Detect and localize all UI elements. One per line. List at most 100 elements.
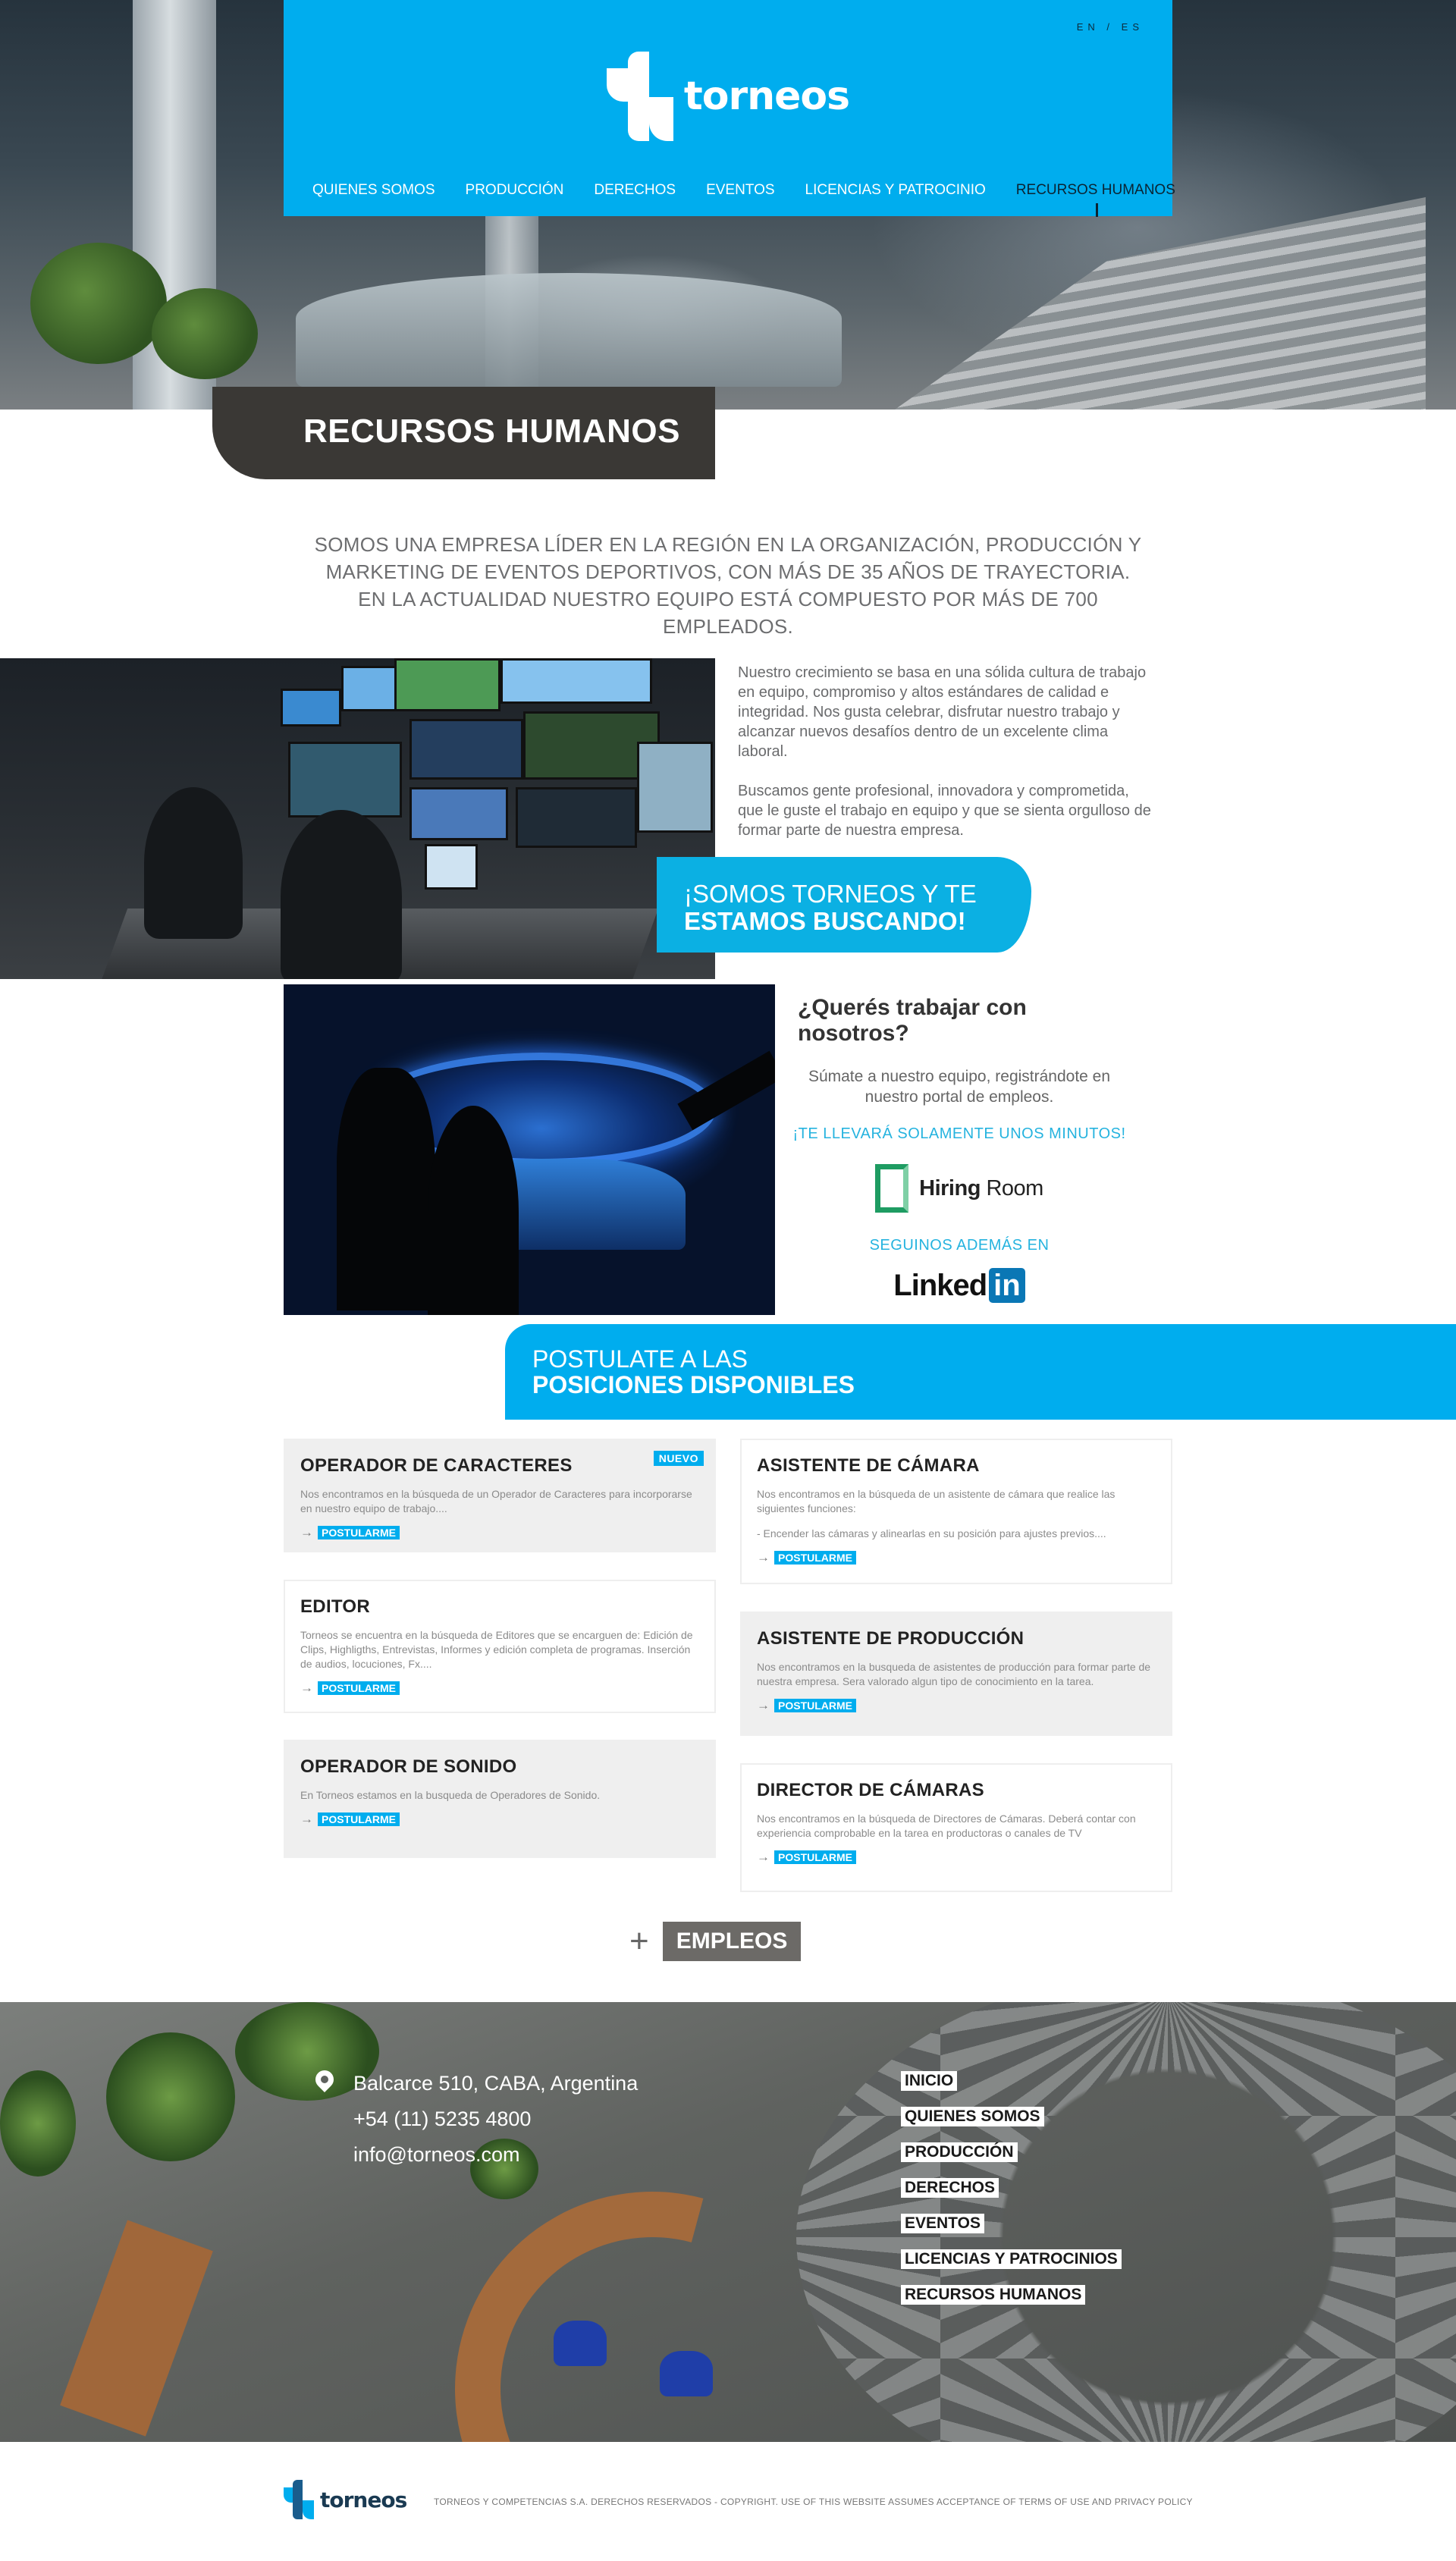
portal-subtext: Súmate a nuestro equipo, registrándote e… — [808, 1068, 1111, 1106]
footer-nav-quienes-somos[interactable]: QUIENES SOMOS — [901, 2107, 1044, 2126]
job-card[interactable]: ASISTENTE DE CÁMARA Nos encontramos en l… — [740, 1439, 1172, 1584]
job-card[interactable]: NUEVO OPERADOR DE CARACTERES Nos encontr… — [284, 1439, 716, 1552]
page-title-tab: RECURSOS HUMANOS — [212, 387, 715, 479]
apply-button[interactable]: POSTULARME — [774, 1850, 856, 1864]
contact-info: Balcarce 510, CABA, Argentina +54 (11) 5… — [312, 2066, 639, 2173]
arrow-right-icon: → — [757, 1698, 770, 1712]
nav-quienes-somos[interactable]: QUIENES SOMOS — [312, 182, 435, 199]
footer-chair — [660, 2351, 713, 2396]
apply-button[interactable]: POSTULARME — [318, 1526, 400, 1539]
job-card[interactable]: OPERADOR DE SONIDO En Torneos estamos en… — [284, 1740, 716, 1858]
nav-produccion[interactable]: PRODUCCIÓN — [466, 182, 564, 199]
logo-text: torneos — [683, 74, 850, 119]
nav-derechos[interactable]: DERECHOS — [594, 182, 676, 199]
job-description: Nos encontramos en la busqueda de asiste… — [757, 1661, 1151, 1687]
hiring-room-logo-text: Hiring Room — [919, 1175, 1043, 1200]
job-portal-section: ¿Querés trabajar con nosotros? Súmate a … — [789, 984, 1130, 1303]
banner-line-2: ESTAMOS BUSCANDO! — [684, 907, 966, 935]
culture-text: Nuestro crecimiento se basa en una sólid… — [738, 663, 1151, 840]
hero-plant — [152, 288, 258, 379]
footer-nav-recursos-humanos[interactable]: RECURSOS HUMANOS — [901, 2285, 1086, 2305]
tv-studio-image — [284, 984, 775, 1315]
more-jobs-button[interactable]: EMPLEOS — [662, 1922, 802, 1961]
language-switcher[interactable]: EN / ES — [1077, 21, 1144, 33]
job-title: EDITOR — [300, 1596, 371, 1617]
job-title: ASISTENTE DE PRODUCCIÓN — [757, 1628, 1025, 1649]
arrow-right-icon: → — [300, 1812, 313, 1826]
torneos-logo-icon — [606, 52, 673, 141]
main-nav: QUIENES SOMOS PRODUCCIÓN DERECHOS EVENTO… — [312, 182, 1175, 217]
portal-heading: ¿Querés trabajar con nosotros? — [798, 995, 1027, 1046]
positions-line-1: POSTULATE A LAS — [532, 1345, 748, 1373]
site-logo[interactable]: torneos — [284, 52, 1172, 141]
footer-chair — [554, 2321, 607, 2366]
culture-paragraph: Buscamos gente profesional, innovadora y… — [738, 783, 1151, 839]
footer-spiral-staircase — [796, 2002, 1456, 2442]
intro-text: SOMOS UNA EMPRESA LÍDER EN LA REGIÓN EN … — [314, 533, 1142, 638]
camera-operator-figure — [337, 1068, 435, 1310]
hero-reception-desk — [296, 273, 842, 387]
footer-nav-eventos[interactable]: EVENTOS — [901, 2214, 984, 2233]
copyright-text: TORNEOS Y COMPETENCIAS S.A. DERECHOS RES… — [434, 2497, 1193, 2507]
job-title: OPERADOR DE SONIDO — [300, 1756, 517, 1777]
linkedin-icon: in — [989, 1268, 1025, 1303]
footer-wooden-bench — [60, 2220, 213, 2437]
nav-recursos-humanos[interactable]: RECURSOS HUMANOS — [1016, 182, 1175, 217]
more-jobs[interactable]: + EMPLEOS — [629, 1922, 802, 1961]
brand-header: EN / ES torneos QUIENES SOMOS PRODUCCIÓN… — [284, 0, 1175, 217]
footer-nav-derechos[interactable]: DERECHOS — [901, 2178, 999, 2198]
job-title: OPERADOR DE CARACTERES — [300, 1455, 573, 1476]
footer-nav-inicio[interactable]: INICIO — [901, 2071, 958, 2091]
linkedin-link[interactable]: Linked in — [789, 1268, 1130, 1303]
operator-figure — [144, 787, 243, 939]
footer-nav-produccion[interactable]: PRODUCCIÓN — [901, 2142, 1018, 2162]
hero-staircase — [895, 197, 1426, 410]
bottom-bar: torneos TORNEOS Y COMPETENCIAS S.A. DERE… — [0, 2442, 1456, 2561]
job-description: En Torneos estamos en la busqueda de Ope… — [300, 1789, 601, 1801]
linkedin-logo-text: Linked — [893, 1268, 987, 1302]
apply-button[interactable]: POSTULARME — [318, 1681, 400, 1695]
hiring-room-icon — [875, 1164, 909, 1213]
plus-icon: + — [629, 1922, 649, 1960]
footer-logo[interactable]: torneos — [284, 2480, 407, 2519]
torneos-logo-icon — [284, 2480, 314, 2519]
job-description: Nos encontramos en la búsqueda de un asi… — [757, 1488, 1116, 1514]
footer-logo-text: torneos — [320, 2487, 407, 2512]
recruiting-banner: ¡SOMOS TORNEOS Y TE ESTAMOS BUSCANDO! — [657, 857, 1031, 953]
nav-eventos[interactable]: EVENTOS — [706, 182, 774, 199]
job-description: Torneos se encuentra en la búsqueda de E… — [300, 1629, 693, 1670]
job-card[interactable]: DIRECTOR DE CÁMARAS Nos encontramos en l… — [740, 1763, 1172, 1892]
arrow-right-icon: → — [300, 1525, 313, 1539]
hiring-room-link[interactable]: Hiring Room — [789, 1164, 1130, 1213]
positions-line-2: POSICIONES DISPONIBLES — [532, 1371, 855, 1398]
footer-image — [0, 2002, 1456, 2442]
job-title: DIRECTOR DE CÁMARAS — [757, 1780, 984, 1800]
new-badge: NUEVO — [653, 1451, 704, 1466]
contact-address: Balcarce 510, CABA, Argentina — [353, 2072, 639, 2095]
arrow-right-icon: → — [300, 1681, 313, 1695]
page-title: RECURSOS HUMANOS — [303, 413, 680, 450]
job-description: Nos encontramos en la búsqueda de un Ope… — [300, 1488, 692, 1514]
arrow-right-icon: → — [757, 1550, 770, 1565]
contact-email[interactable]: info@torneos.com — [353, 2137, 638, 2173]
control-room-image — [0, 658, 715, 979]
operator-figure — [281, 810, 402, 979]
contact-phone[interactable]: +54 (11) 5235 4800 — [353, 2101, 638, 2137]
arrow-right-icon: → — [757, 1850, 770, 1864]
hero-plant — [30, 243, 167, 364]
job-description: Nos encontramos en la búsqueda de Direct… — [757, 1812, 1136, 1839]
apply-button[interactable]: POSTULARME — [774, 1699, 856, 1712]
banner-line-1: ¡SOMOS TORNEOS Y TE — [684, 880, 977, 908]
job-title: ASISTENTE DE CÁMARA — [757, 1455, 980, 1476]
job-description: - Encender las cámaras y alinearlas en s… — [757, 1527, 1106, 1539]
footer-nav: INICIO QUIENES SOMOS PRODUCCIÓN DERECHOS… — [901, 2071, 1122, 2305]
nav-licencias[interactable]: LICENCIAS Y PATROCINIO — [805, 182, 986, 199]
job-card[interactable]: ASISTENTE DE PRODUCCIÓN Nos encontramos … — [740, 1612, 1172, 1736]
footer-nav-licencias[interactable]: LICENCIAS Y PATROCINIOS — [901, 2249, 1122, 2269]
apply-button[interactable]: POSTULARME — [318, 1812, 400, 1826]
camera-operator-figure — [428, 1106, 519, 1315]
apply-button[interactable]: POSTULARME — [774, 1551, 856, 1565]
culture-paragraph: Nuestro crecimiento se basa en una sólid… — [738, 664, 1147, 760]
job-card[interactable]: EDITOR Torneos se encuentra en la búsque… — [284, 1580, 716, 1713]
follow-us-label: SEGUINOS ADEMÁS EN — [869, 1237, 1050, 1254]
